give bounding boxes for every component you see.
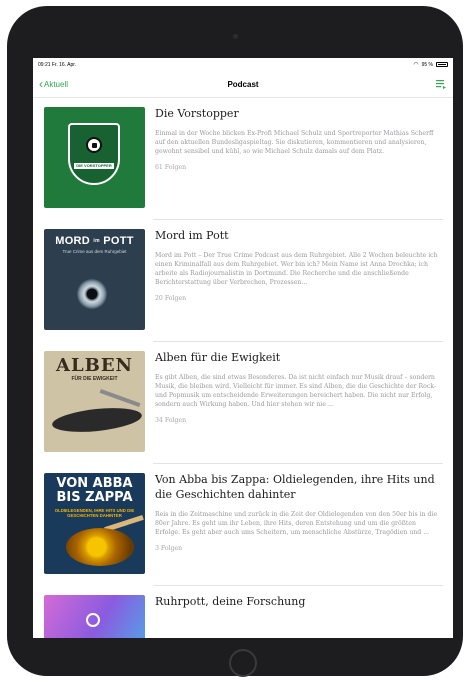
podcast-cover: DIE VORSTOPPER (44, 107, 145, 208)
shield-icon (68, 123, 120, 185)
podcast-description: Mord im Pott – Der True Crime Podcast au… (155, 251, 438, 286)
podcast-title: Ruhrpott, deine Forschung (155, 595, 306, 608)
status-indicators: ◠ 95 % (413, 61, 448, 68)
circle-icon (86, 613, 100, 627)
podcast-info: Ruhrpott, deine Forschung (155, 595, 439, 625)
cover-title: VON ABBA BIS ZAPPA (56, 476, 133, 505)
list-item[interactable]: ALBEN FÜR DIE EWIGKEIT Alben für die Ewi… (33, 342, 453, 464)
podcast-cover: MORD im POTT True Crime aus dem Ruhrgebi… (44, 229, 145, 330)
episode-count: 61 Folgen (155, 163, 187, 171)
podcast-cover (44, 595, 145, 638)
guitar-icon (66, 528, 134, 566)
navigation-bar: ‹ Aktuell Podcast (33, 71, 453, 98)
podcast-description: Reis in die Zeitmaschine und zurück in d… (155, 510, 438, 536)
bullet-hole-icon (77, 279, 107, 309)
chevron-left-icon: ‹ (39, 77, 43, 91)
podcast-description: Es gibt Alben, die sind etwas Besonderes… (155, 373, 437, 408)
screen: 09:21 Fr. 16. Apr. ◠ 95 % ‹ Aktuell Podc… (33, 58, 453, 638)
podcast-title: Die Vorstopper (155, 107, 239, 120)
cover-subtitle: True Crime aus dem Ruhrgebiet (62, 249, 127, 254)
vinyl-record-icon (51, 404, 143, 436)
cover-subtitle: FÜR DIE EWIGKEIT (71, 376, 118, 382)
status-bar: 09:21 Fr. 16. Apr. ◠ 95 % (33, 58, 453, 71)
wifi-icon: ◠ (413, 62, 419, 68)
tablet-frame: 09:21 Fr. 16. Apr. ◠ 95 % ‹ Aktuell Podc… (7, 6, 463, 677)
cover-title-part: MORD (55, 235, 91, 247)
list-item[interactable]: MORD im POTT True Crime aus dem Ruhrgebi… (33, 220, 453, 342)
podcast-title: Alben für die Ewigkeit (155, 351, 281, 364)
playlist-icon[interactable] (435, 78, 447, 90)
podcast-cover: ALBEN FÜR DIE EWIGKEIT (44, 351, 145, 452)
status-time-date: 09:21 Fr. 16. Apr. (38, 61, 77, 68)
back-button[interactable]: ‹ Aktuell (39, 78, 68, 90)
podcast-description: Einmal in der Woche blicken Ex-Profi Mic… (155, 129, 434, 155)
podcast-title: Von Abba bis Zappa: Oldielegenden, ihre … (155, 473, 435, 501)
episode-count: 3 Folgen (155, 544, 183, 552)
list-item[interactable]: VON ABBA BIS ZAPPA OLDIELEGENDEN, IHRE H… (33, 464, 453, 586)
podcast-info: Alben für die Ewigkeit Es gibt Alben, di… (155, 351, 439, 424)
episode-count: 34 Folgen (155, 416, 187, 424)
football-icon (86, 137, 102, 153)
cover-title: ALBEN (55, 355, 133, 376)
cover-title: MORD im POTT (44, 235, 145, 247)
podcast-title: Mord im Pott (155, 229, 229, 242)
cover-label: DIE VORSTOPPER (74, 163, 114, 169)
cover-subtitle: OLDIELEGENDEN, IHRE HITS UND DIE GESCHIC… (54, 508, 135, 519)
back-label: Aktuell (44, 79, 69, 89)
battery-icon (436, 62, 448, 67)
front-camera (233, 34, 238, 39)
podcast-info: Von Abba bis Zappa: Oldielegenden, ihre … (155, 473, 439, 552)
podcast-list: DIE VORSTOPPER Die Vorstopper Einmal in … (33, 98, 453, 638)
battery-percent: 95 % (421, 61, 433, 68)
cover-title-small: im (93, 238, 100, 245)
page-title: Podcast (227, 79, 259, 89)
home-button[interactable] (229, 649, 257, 677)
list-item[interactable]: Ruhrpott, deine Forschung (33, 586, 453, 638)
podcast-info: Die Vorstopper Einmal in der Woche blick… (155, 107, 439, 171)
podcast-info: Mord im Pott Mord im Pott – Der True Cri… (155, 229, 439, 302)
podcast-cover: VON ABBA BIS ZAPPA OLDIELEGENDEN, IHRE H… (44, 473, 145, 574)
episode-count: 20 Folgen (155, 294, 187, 302)
cover-title-part: POTT (103, 235, 134, 247)
tonearm-icon (99, 388, 141, 408)
list-item[interactable]: DIE VORSTOPPER Die Vorstopper Einmal in … (33, 98, 453, 220)
